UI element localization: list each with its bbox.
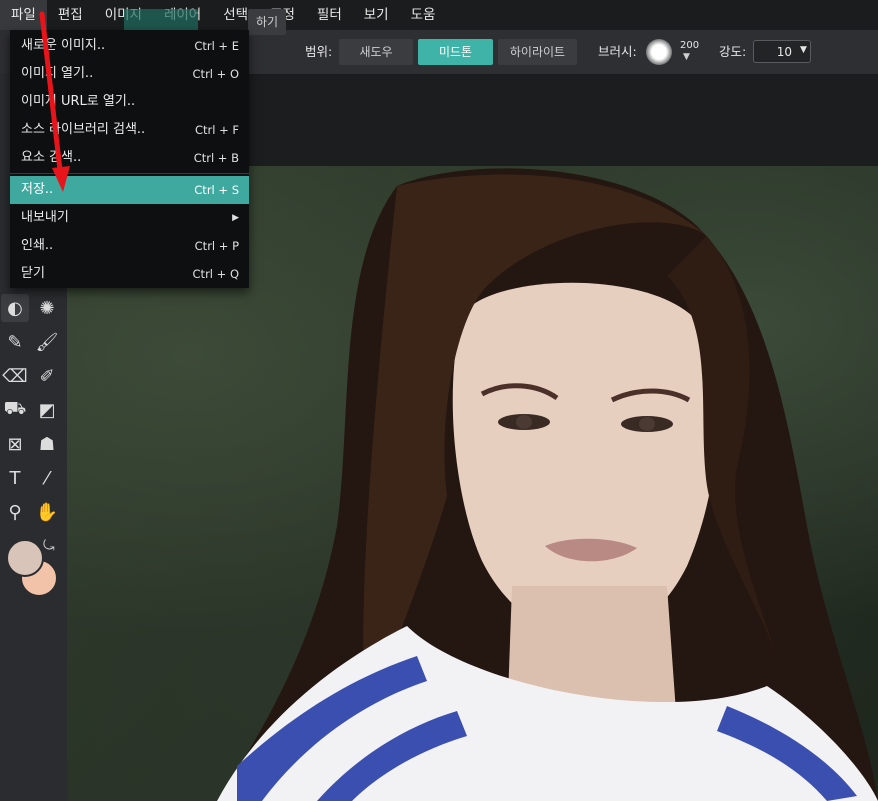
menu-item-new-image[interactable]: 새로운 이미지.. Ctrl + E (10, 32, 249, 60)
menu-item-shortcut: Ctrl + P (194, 239, 239, 253)
eraser-icon[interactable]: ⌫ (1, 362, 29, 390)
menu-item-label: 닫기 (21, 266, 45, 281)
dodge-burn-icon[interactable]: ◐ (1, 294, 29, 322)
menu-item-label: 새로운 이미지.. (21, 38, 106, 53)
menu-item-close[interactable]: 닫기 Ctrl + Q (10, 260, 249, 288)
menu-help[interactable]: 도움 (400, 0, 447, 30)
menu-item-label: 요소 검색.. (21, 150, 82, 165)
menu-item-shortcut: Ctrl + S (194, 183, 239, 197)
brush-preview[interactable] (646, 39, 672, 65)
brush-icon[interactable]: 🖌 (33, 328, 61, 356)
menu-item-export[interactable]: 내보내기 ▶ (10, 204, 249, 232)
hand-icon[interactable]: ✋ (33, 498, 61, 526)
range-shadows-button[interactable]: 새도우 (339, 39, 413, 65)
smudge-icon[interactable]: ☗ (33, 430, 61, 458)
pencil-icon[interactable]: ✎ (1, 328, 29, 356)
chevron-down-icon[interactable]: ▼ (683, 52, 690, 62)
menu-item-label: 저장.. (21, 182, 54, 197)
menu-filter[interactable]: 필터 (306, 0, 353, 30)
menu-divider (10, 173, 249, 174)
swap-colors-icon[interactable]: ⤿ (43, 538, 55, 554)
text-icon[interactable]: T (1, 464, 29, 492)
menu-view[interactable]: 보기 (353, 0, 400, 30)
menu-item-label: 이미지 열기.. (21, 66, 94, 81)
menu-item-shortcut: Ctrl + E (194, 39, 239, 53)
menu-item-shortcut: Ctrl + B (193, 151, 239, 165)
menu-item-shortcut: Ctrl + O (192, 67, 239, 81)
menu-item-label: 이미지 URL로 열기.. (21, 94, 136, 109)
menu-item-label: 내보내기 (21, 210, 69, 225)
strength-label: 강도: (719, 44, 747, 59)
brush-label: 브러시: (598, 44, 637, 59)
partial-option-button[interactable]: 하기 (248, 9, 286, 35)
menu-file[interactable]: 파일 (0, 0, 47, 30)
file-menu-dropdown: 새로운 이미지.. Ctrl + E 이미지 열기.. Ctrl + O 이미지… (10, 30, 249, 288)
menu-item-search-library[interactable]: 소스 라이브러리 검색.. Ctrl + F (10, 116, 249, 144)
paint-bucket-icon[interactable]: ⛟ (1, 396, 29, 424)
chevron-down-icon[interactable]: ▼ (800, 45, 807, 55)
foreground-color-swatch[interactable] (6, 539, 44, 577)
menu-item-shortcut: Ctrl + Q (192, 267, 239, 281)
range-highlights-button[interactable]: 하이라이트 (498, 39, 577, 65)
menu-item-search-elements[interactable]: 요소 검색.. Ctrl + B (10, 144, 249, 172)
menu-item-shortcut: Ctrl + F (194, 123, 239, 137)
zoom-icon[interactable]: ⚲ (1, 498, 29, 526)
menu-item-open-url[interactable]: 이미지 URL로 열기.. (10, 88, 249, 116)
shape-icon[interactable]: ⊠ (1, 430, 29, 458)
menu-edit[interactable]: 편집 (47, 0, 94, 30)
menu-item-label: 소스 라이브러리 검색.. (21, 122, 146, 137)
range-label: 범위: (305, 44, 333, 59)
color-picker-icon[interactable]: ⁄ (33, 464, 61, 492)
clone-stamp-icon[interactable]: ✐ (33, 362, 61, 390)
menu-item-save[interactable]: 저장.. Ctrl + S (10, 176, 249, 204)
brush-size-value: 200 (680, 40, 700, 51)
chevron-right-icon: ▶ (232, 213, 239, 223)
menu-item-open-image[interactable]: 이미지 열기.. Ctrl + O (10, 60, 249, 88)
sponge-icon[interactable]: ✺ (33, 294, 61, 322)
menu-item-print[interactable]: 인쇄.. Ctrl + P (10, 232, 249, 260)
menu-item-label: 인쇄.. (21, 238, 54, 253)
range-midtones-button[interactable]: 미드톤 (418, 39, 493, 65)
gradient-icon[interactable]: ◩ (33, 396, 61, 424)
